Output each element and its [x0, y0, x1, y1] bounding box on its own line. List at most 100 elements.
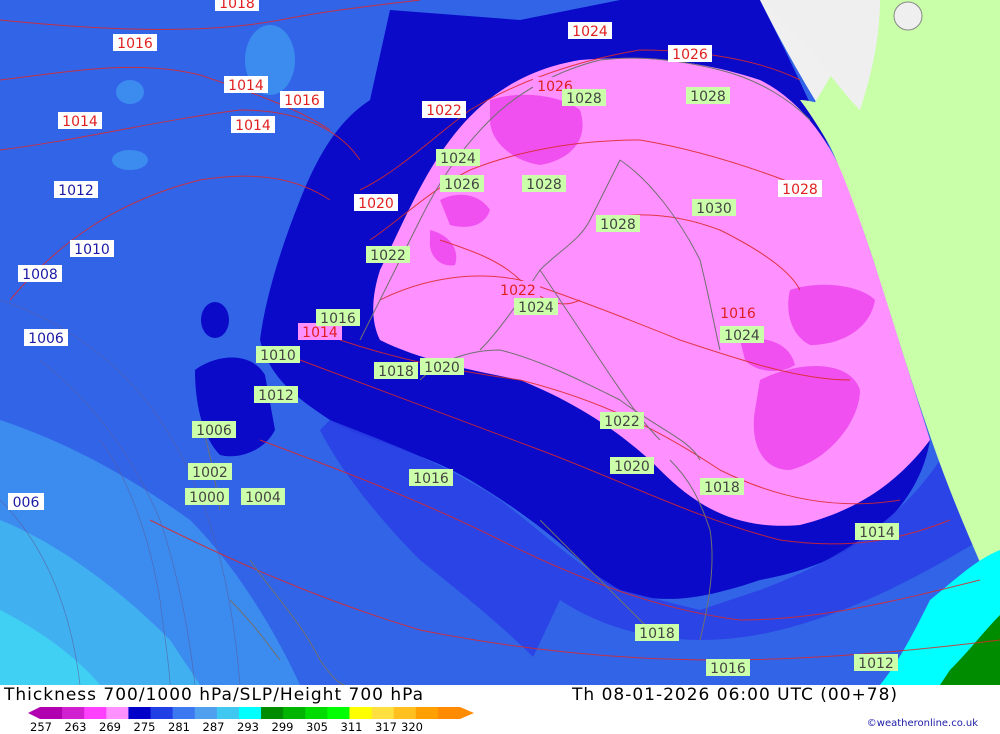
pressure-label-green: 1016 [409, 469, 453, 487]
pressure-label-blue: 1008 [18, 265, 62, 283]
svg-text:1014: 1014 [62, 114, 98, 130]
pressure-label-green: 1024 [514, 298, 558, 316]
pressure-label-green: 1018 [635, 624, 679, 642]
pressure-label-green: 1028 [686, 87, 730, 105]
scale-color-segment [415, 707, 439, 719]
scale-tick-label: 293 [237, 720, 259, 734]
pressure-label-green: 1026 [496, 281, 540, 299]
svg-text:1018: 1018 [378, 364, 414, 380]
svg-text:1018: 1018 [704, 480, 740, 496]
scale-color-segment [261, 707, 284, 719]
svg-text:1022: 1022 [604, 414, 640, 430]
pressure-label-blue: 1012 [54, 181, 98, 199]
pressure-label-green: 1018 [374, 362, 418, 380]
svg-text:1016: 1016 [710, 661, 746, 677]
map-title: Thickness 700/1000 hPa/SLP/Height 700 hP… [4, 685, 425, 705]
pressure-label-green: 1028 [776, 180, 820, 198]
svg-text:1020: 1020 [424, 360, 460, 376]
pressure-label-red: 1016 [280, 91, 324, 109]
pressure-label-red: 1016 [113, 34, 157, 52]
pressure-label-green: 1024 [436, 149, 480, 167]
scale-tick-label: 281 [168, 720, 190, 734]
pressure-label-green: 1026 [716, 304, 760, 322]
pressure-label-green: 1010 [256, 346, 300, 364]
scale-tick-label: 287 [202, 720, 225, 734]
svg-text:1022: 1022 [370, 248, 406, 264]
pressure-label-green: 1000 [185, 488, 229, 506]
scale-right-arrow [460, 707, 474, 719]
pressure-label-green: 1004 [241, 488, 285, 506]
svg-text:1012: 1012 [258, 388, 294, 404]
svg-text:1024: 1024 [518, 300, 554, 316]
svg-text:1016: 1016 [117, 36, 153, 52]
scale-tick-label: 305 [306, 720, 328, 734]
pressure-label-green: 1014 [855, 523, 899, 541]
scale-color-segment [393, 707, 417, 719]
svg-text:1024: 1024 [440, 151, 476, 167]
scale-tick-label: 269 [99, 720, 121, 734]
pressure-label-green: 1020 [610, 457, 654, 475]
svg-text:1018: 1018 [639, 626, 675, 642]
svg-text:1020: 1020 [358, 196, 394, 212]
scale-color-segment [106, 707, 129, 719]
scale-tick-label: 299 [271, 720, 294, 734]
svg-text:1024: 1024 [724, 328, 760, 344]
color-scale-bar [28, 707, 474, 719]
svg-text:1030: 1030 [696, 201, 732, 217]
ocean-patch-1 [116, 80, 144, 104]
scale-color-segment [349, 707, 373, 719]
weather-map: 1018 1016 1014 1016 1014 1014 1022 1024 … [0, 0, 1000, 685]
scale-color-segment [216, 707, 240, 719]
ice-island [893, 1, 923, 31]
pressure-label-red: 1014 [231, 116, 275, 134]
pressure-label-green: 1028 [596, 215, 640, 233]
pressure-label-red: 1018 [215, 0, 259, 12]
pressure-label-red: 1022 [422, 101, 466, 119]
ocean-patch-4 [201, 302, 229, 338]
pressure-label-green: 1024 [720, 326, 764, 344]
svg-text:1028: 1028 [566, 91, 602, 107]
pressure-label-green: 1016 [706, 659, 750, 677]
scale-tick-label: 311 [340, 720, 363, 734]
svg-text:1010: 1010 [74, 242, 110, 258]
svg-text:1028: 1028 [690, 89, 726, 105]
map-footer: Thickness 700/1000 hPa/SLP/Height 700 hP… [0, 685, 1000, 734]
pressure-label-blue: 006 [8, 493, 44, 511]
pressure-label-green: 1016 [316, 309, 360, 327]
pressure-label-red: 1014 [58, 112, 102, 130]
scale-tick-label: 257 [30, 720, 52, 734]
scale-color-segment [40, 707, 63, 719]
pressure-label-green: 1006 [192, 421, 236, 439]
scale-color-segment [128, 707, 152, 719]
svg-text:1014: 1014 [228, 78, 264, 94]
pressure-label-green: 1022 [600, 412, 644, 430]
scale-color-segment [371, 707, 395, 719]
pressure-label-green: 1002 [188, 463, 232, 481]
scale-color-segment [194, 707, 218, 719]
pressure-label-red: 1026 [668, 45, 712, 63]
scale-left-arrow [28, 707, 40, 719]
svg-text:1028: 1028 [526, 177, 562, 193]
scale-color-segment [172, 707, 196, 719]
pressure-label-green: 1012 [254, 386, 298, 404]
svg-text:1016: 1016 [284, 93, 320, 109]
scale-color-segment [62, 707, 85, 719]
svg-text:1002: 1002 [192, 465, 228, 481]
pressure-label-red: 1024 [568, 22, 612, 40]
pressure-label-green: 1020 [420, 358, 464, 376]
pressure-label-green: 1026 [440, 175, 484, 193]
scale-tick-label: 317 [375, 720, 397, 734]
map-timestamp: Th 08-01-2026 06:00 UTC (00+78) [572, 685, 899, 705]
scale-color-segment [327, 707, 350, 719]
svg-text:1028: 1028 [600, 217, 636, 233]
svg-text:1024: 1024 [572, 24, 608, 40]
svg-text:1018: 1018 [219, 0, 255, 12]
scale-color-segment [84, 707, 107, 719]
scale-tick-label: 275 [133, 720, 156, 734]
svg-text:1000: 1000 [189, 490, 225, 506]
pressure-label-blue: 1010 [70, 240, 114, 258]
svg-text:1004: 1004 [245, 490, 281, 506]
svg-text:1016: 1016 [320, 311, 356, 327]
svg-text:1020: 1020 [614, 459, 650, 475]
pressure-label-green: 1030 [692, 199, 736, 217]
